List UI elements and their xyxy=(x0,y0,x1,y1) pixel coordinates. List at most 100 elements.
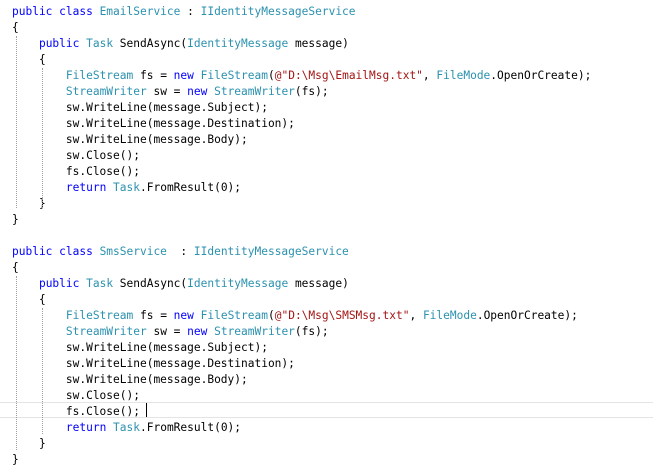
code-token: sw.Close(); xyxy=(12,149,140,162)
code-token: ( xyxy=(267,309,275,322)
code-line: sw.WriteLine(message.Body); xyxy=(12,372,248,388)
code-token: Task xyxy=(113,181,140,194)
code-token: , xyxy=(422,69,437,82)
code-token: fs.Close(); xyxy=(12,405,140,418)
code-token: public xyxy=(38,37,87,50)
code-line: } xyxy=(12,436,46,452)
code-token: sw.WriteLine(message.Body); xyxy=(12,133,248,146)
code-token: IdentityMessage xyxy=(187,277,289,290)
code-token: SmsService xyxy=(99,245,167,258)
code-line: StreamWriter sw = new StreamWriter(fs); xyxy=(12,324,329,340)
code-line: { xyxy=(12,292,46,308)
code-token: sw.WriteLine(message.Body); xyxy=(12,373,248,386)
code-token: sw.WriteLine(message.Subject); xyxy=(12,101,268,114)
code-line: sw.WriteLine(message.Destination); xyxy=(12,116,295,132)
code-token: StreamWriter xyxy=(214,325,295,338)
code-token: } xyxy=(12,213,19,226)
code-token: sw = xyxy=(146,325,188,338)
code-line: } xyxy=(12,452,19,468)
code-line: } xyxy=(12,196,46,212)
code-line: sw.WriteLine(message.Subject); xyxy=(12,100,268,116)
code-token: public class xyxy=(12,245,100,258)
code-line: public Task SendAsync(IdentityMessage me… xyxy=(12,36,349,52)
code-token: sw.Close(); xyxy=(12,389,140,402)
code-token: (fs); xyxy=(294,325,329,338)
code-token: fs.Close(); xyxy=(12,165,140,178)
code-line: public Task SendAsync(IdentityMessage me… xyxy=(12,276,349,292)
code-token: : xyxy=(166,245,194,258)
code-line: sw.WriteLine(message.Body); xyxy=(12,132,248,148)
code-line: fs.Close(); xyxy=(12,164,140,180)
code-token: { xyxy=(12,21,19,34)
code-token: Task xyxy=(113,421,140,434)
code-token: SendAsync( xyxy=(113,277,188,290)
code-line: return Task.FromResult(0); xyxy=(12,420,241,436)
code-token: return xyxy=(65,181,114,194)
indent-guide xyxy=(42,68,43,208)
code-token: Task xyxy=(86,277,114,290)
code-token: FileMode xyxy=(422,309,477,322)
code-line: sw.Close(); xyxy=(12,388,140,404)
code-token: IIdentityMessageService xyxy=(193,245,349,258)
code-token: } xyxy=(12,197,46,210)
code-token: { xyxy=(12,293,46,306)
code-token: , xyxy=(409,309,423,322)
code-token: IIdentityMessageService xyxy=(200,5,356,18)
code-token: StreamWriter xyxy=(65,85,147,98)
code-line: return Task.FromResult(0); xyxy=(12,180,241,196)
code-token: public xyxy=(38,277,87,290)
code-token: new xyxy=(173,309,201,322)
code-token: { xyxy=(12,53,46,66)
code-token: fs = xyxy=(133,69,174,82)
code-token: .OpenOrCreate); xyxy=(476,309,578,322)
code-token: FileStream xyxy=(65,309,134,322)
code-token: .FromResult(0); xyxy=(140,421,242,434)
code-token: EmailService xyxy=(99,5,181,18)
indent-guide xyxy=(16,36,17,208)
code-token: .FromResult(0); xyxy=(140,181,242,194)
code-token: sw.WriteLine(message.Destination); xyxy=(12,117,295,130)
code-token: fs = xyxy=(133,309,174,322)
code-token: return xyxy=(65,421,114,434)
code-token: @"D:\Msg\EmailMsg.txt" xyxy=(274,69,423,82)
code-token: new xyxy=(187,325,215,338)
code-line: public class SmsService : IIdentityMessa… xyxy=(12,244,349,260)
code-token: sw = xyxy=(146,85,188,98)
code-token: StreamWriter xyxy=(65,325,147,338)
code-line: fs.Close(); xyxy=(12,404,140,420)
code-token: message) xyxy=(288,277,349,290)
code-token: IdentityMessage xyxy=(187,37,289,50)
code-line: sw.Close(); xyxy=(12,148,140,164)
code-line: sw.WriteLine(message.Subject); xyxy=(12,340,268,356)
indent-guide xyxy=(16,276,17,450)
code-token: { xyxy=(12,261,19,274)
code-token: @"D:\Msg\SMSMsg.txt" xyxy=(274,309,410,322)
code-token: : xyxy=(180,5,201,18)
code-token: new xyxy=(173,69,201,82)
code-token: } xyxy=(12,437,46,450)
code-editor[interactable]: public class EmailService : IIdentityMes… xyxy=(0,0,653,468)
code-line: public class EmailService : IIdentityMes… xyxy=(12,4,356,20)
indent-guide xyxy=(42,308,43,434)
code-token: ( xyxy=(267,69,275,82)
code-line: } xyxy=(12,212,19,228)
code-line: { xyxy=(12,52,46,68)
code-token: new xyxy=(187,85,215,98)
code-line: FileStream fs = new FileStream(@"D:\Msg\… xyxy=(12,68,591,84)
code-token: public class xyxy=(12,5,100,18)
text-caret xyxy=(146,403,147,417)
code-token: (fs); xyxy=(294,85,329,98)
code-token: sw.WriteLine(message.Subject); xyxy=(12,341,268,354)
code-token: Task xyxy=(86,37,114,50)
code-line: StreamWriter sw = new StreamWriter(fs); xyxy=(12,84,329,100)
code-token: StreamWriter xyxy=(214,85,295,98)
code-line: sw.WriteLine(message.Destination); xyxy=(12,356,295,372)
code-line: { xyxy=(12,20,19,36)
code-token: FileStream xyxy=(200,69,268,82)
code-token: SendAsync( xyxy=(113,37,188,50)
